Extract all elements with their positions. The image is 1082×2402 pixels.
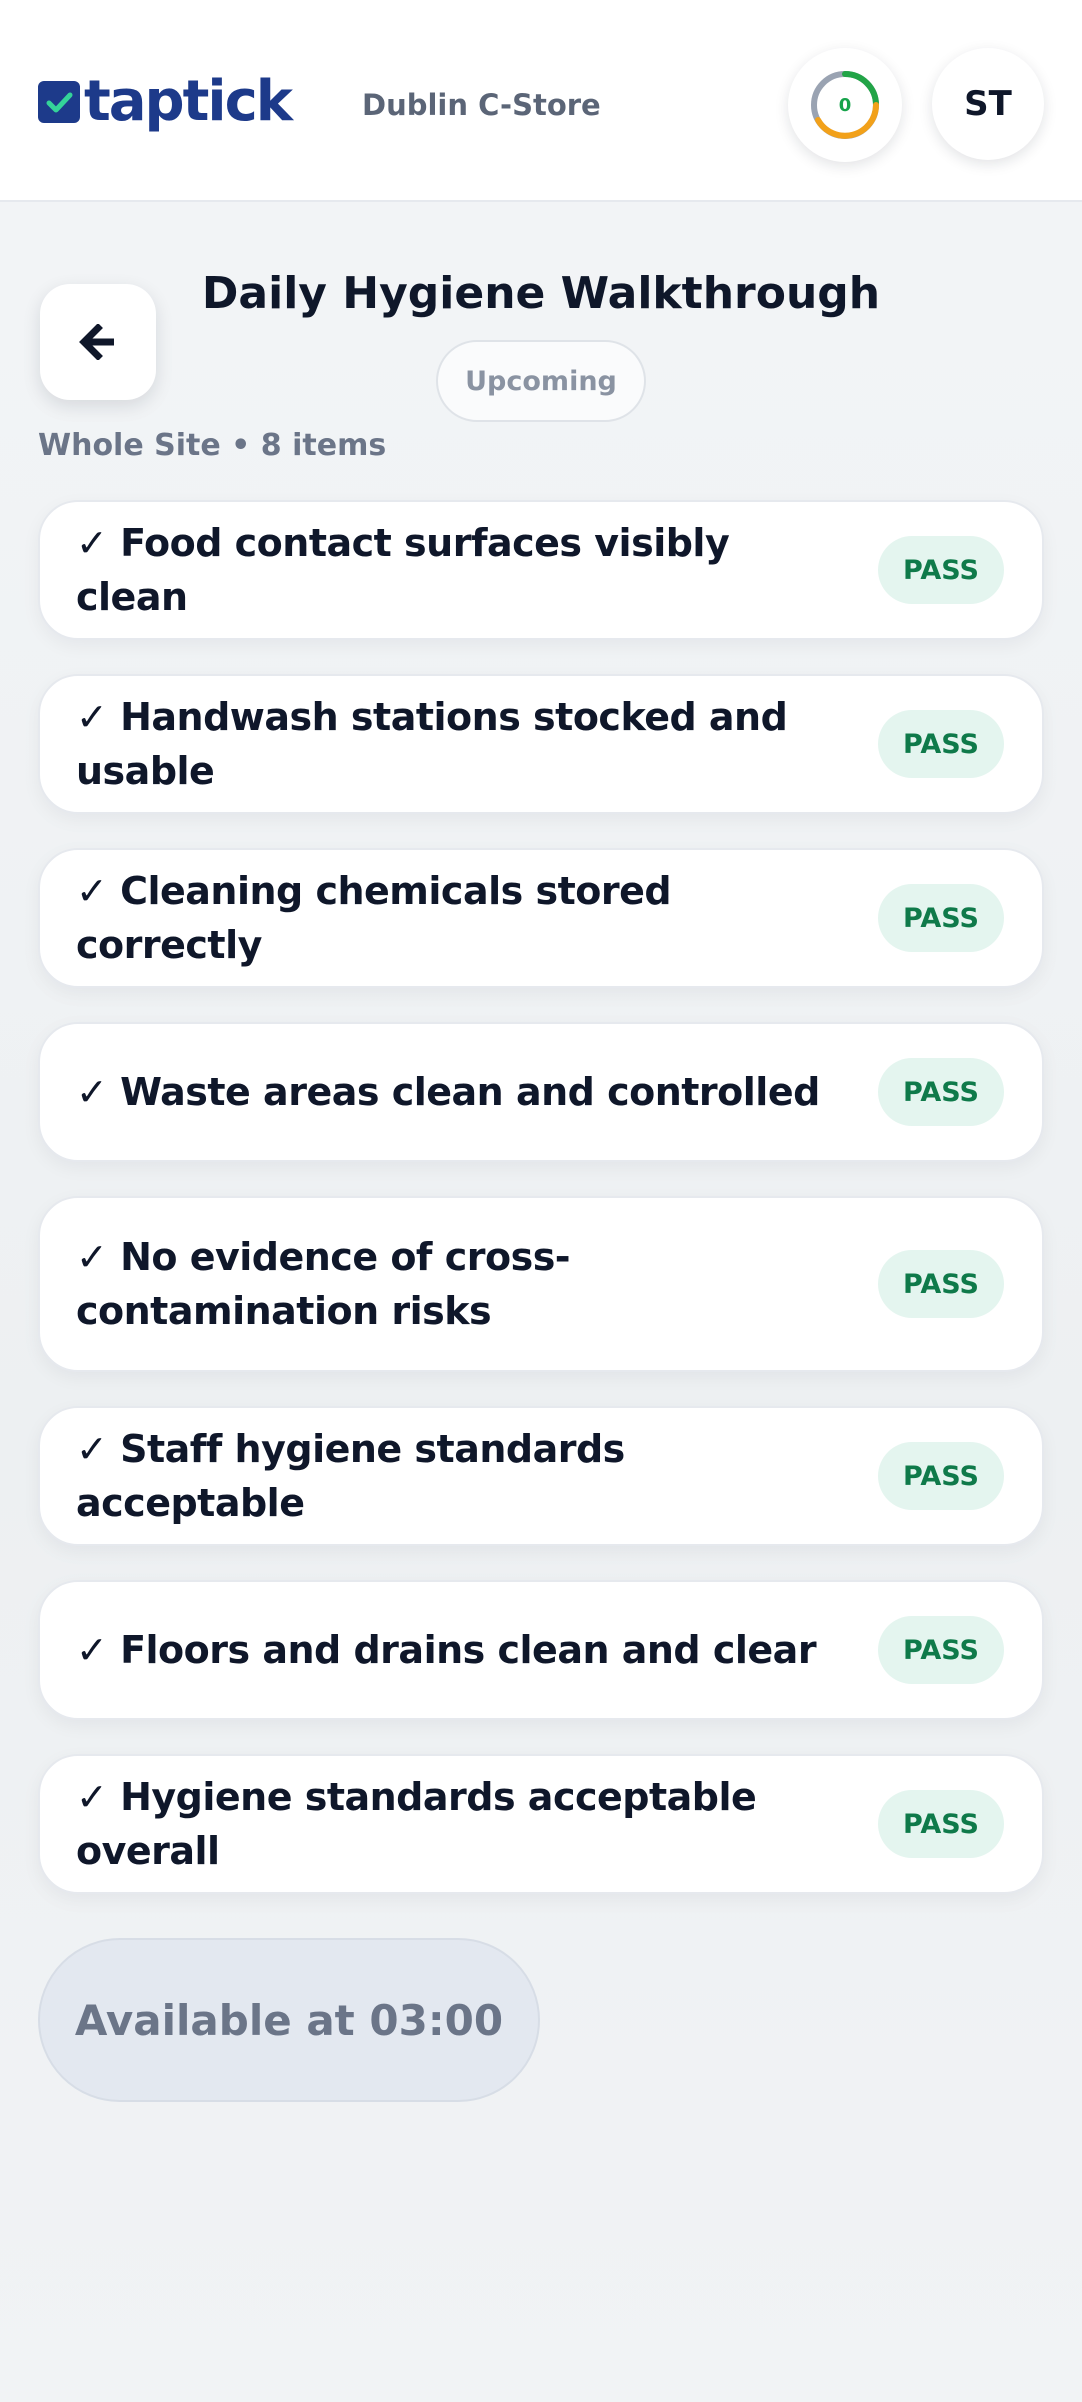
progress-button[interactable]: 0 xyxy=(788,48,902,162)
user-avatar[interactable]: ST xyxy=(932,48,1044,160)
pass-badge[interactable]: PASS xyxy=(878,1616,1004,1684)
checklist-item[interactable]: ✓ Hygiene standards acceptable overall P… xyxy=(38,1754,1044,1894)
taptick-logo[interactable]: taptick xyxy=(38,69,293,134)
checklist-item[interactable]: ✓ Staff hygiene standards acceptable PAS… xyxy=(38,1406,1044,1546)
checkbox-logo-icon xyxy=(38,81,80,123)
checklist-item-label: ✓ Hygiene standards acceptable overall xyxy=(76,1775,757,1873)
checklist-item[interactable]: ✓ Cleaning chemicals stored correctly PA… xyxy=(38,848,1044,988)
checklist-item[interactable]: ✓ Waste areas clean and controlled PASS xyxy=(38,1022,1044,1162)
pass-badge[interactable]: PASS xyxy=(878,1790,1004,1858)
status-badge: Upcoming xyxy=(436,340,646,422)
checklist-item-label: ✓ Waste areas clean and controlled xyxy=(76,1070,820,1114)
pass-badge[interactable]: PASS xyxy=(878,1250,1004,1318)
pass-badge[interactable]: PASS xyxy=(878,710,1004,778)
pass-badge[interactable]: PASS xyxy=(878,1058,1004,1126)
checklist-item[interactable]: ✓ Food contact surfaces visibly clean PA… xyxy=(38,500,1044,640)
page-title: Daily Hygiene Walkthrough xyxy=(201,268,881,319)
checklist-item-label: ✓ Cleaning chemicals stored correctly xyxy=(76,869,672,967)
checklist-item[interactable]: ✓ Floors and drains clean and clear PASS xyxy=(38,1580,1044,1720)
checklist-item-label: ✓ Floors and drains clean and clear xyxy=(76,1628,817,1672)
checklist-item[interactable]: ✓ Handwash stations stocked and usable P… xyxy=(38,674,1044,814)
pass-badge[interactable]: PASS xyxy=(878,884,1004,952)
arrow-left-icon xyxy=(79,324,114,360)
pass-badge[interactable]: PASS xyxy=(878,1442,1004,1510)
store-name[interactable]: Dublin C-Store xyxy=(362,88,601,122)
checklist-item-label: ✓ No evidence of cross-contamination ris… xyxy=(76,1235,571,1333)
logo-text: taptick xyxy=(84,69,293,134)
pass-badge[interactable]: PASS xyxy=(878,536,1004,604)
checklist-item-label: ✓ Handwash stations stocked and usable xyxy=(76,695,788,793)
checklist-item-label: ✓ Staff hygiene standards acceptable xyxy=(76,1427,625,1525)
checklist-item-label: ✓ Food contact surfaces visibly clean xyxy=(76,521,730,619)
checklist-subtitle: Whole Site • 8 items xyxy=(38,428,387,463)
progress-count: 0 xyxy=(838,94,852,116)
available-at-button[interactable]: Available at 03:00 xyxy=(38,1938,540,2102)
checklist-item[interactable]: ✓ No evidence of cross-contamination ris… xyxy=(38,1196,1044,1372)
app-header: taptick Dublin C-Store 0 ST xyxy=(0,0,1082,202)
